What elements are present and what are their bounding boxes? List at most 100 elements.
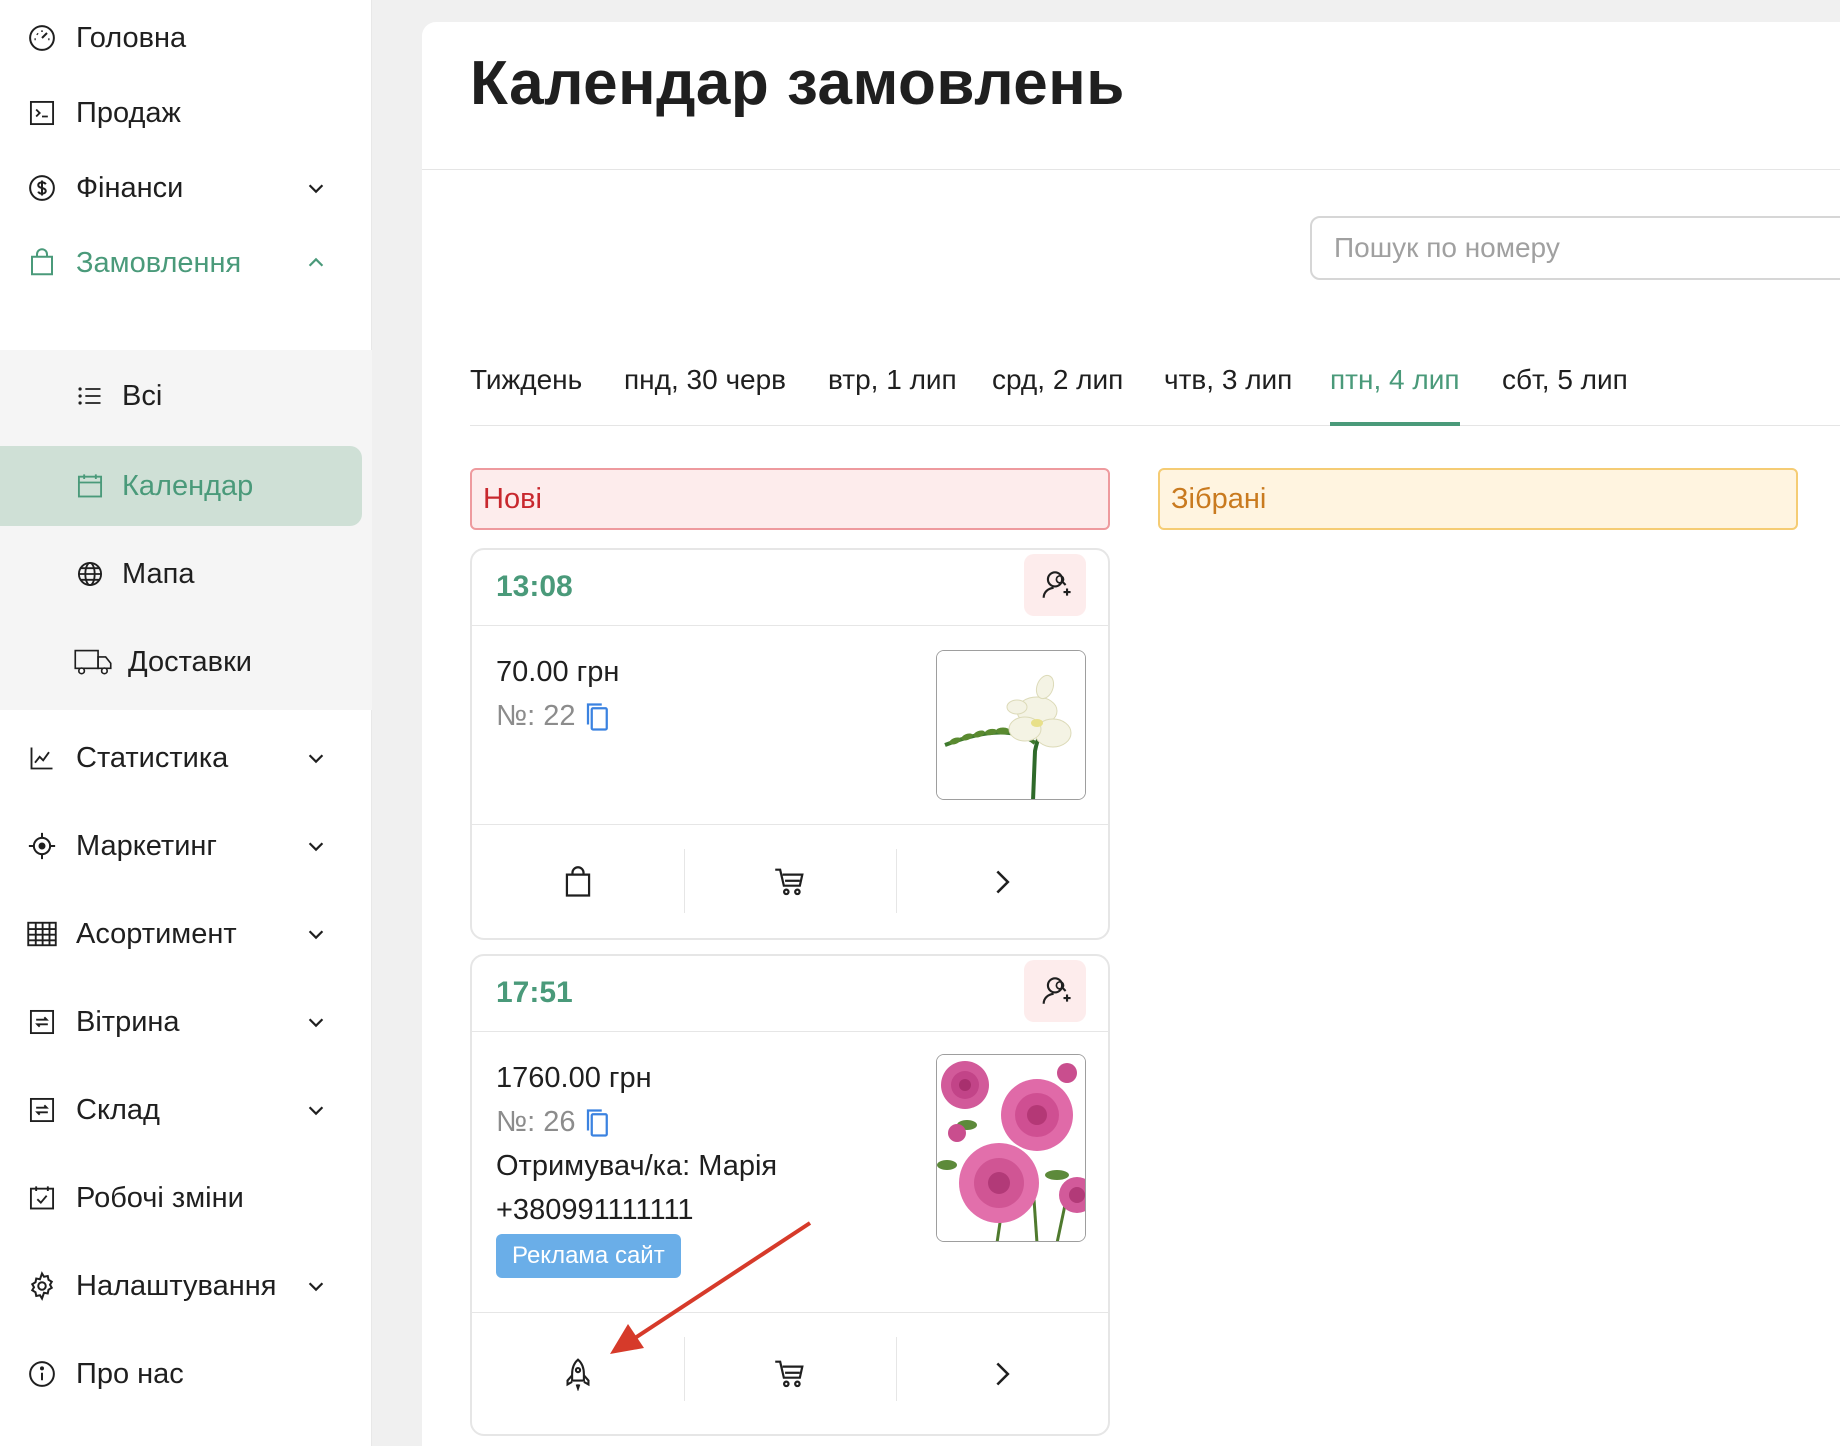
order-card-actions bbox=[472, 824, 1108, 938]
chevron-down-icon bbox=[300, 918, 332, 950]
sidebar-item-label: Замовлення bbox=[76, 246, 242, 279]
sidebar-subitem-calendar[interactable]: Календар bbox=[0, 446, 362, 526]
product-image bbox=[936, 650, 1086, 800]
sidebar-subitem-map[interactable]: Мапа bbox=[0, 534, 372, 614]
chevron-down-icon bbox=[300, 830, 332, 862]
sidebar-subitem-label: Всі bbox=[122, 379, 163, 412]
order-card-actions bbox=[472, 1312, 1108, 1434]
calendar-check-icon bbox=[26, 1182, 58, 1214]
order-number-text: №: 26 bbox=[496, 1106, 576, 1138]
sidebar-item-label: Продаж bbox=[76, 96, 181, 129]
assign-courier-button[interactable] bbox=[1024, 554, 1086, 616]
order-card[interactable]: 17:51 1760.00 грн №: 26 Отримувач/ка: Ма… bbox=[470, 954, 1110, 1436]
order-price: 1760.00 грн bbox=[496, 1062, 652, 1094]
sidebar-item-marketing[interactable]: Маркетинг bbox=[0, 802, 372, 890]
column-header-new: Нові bbox=[470, 468, 1110, 530]
sidebar-item-label: Фінанси bbox=[76, 171, 184, 204]
collect-order-button[interactable] bbox=[472, 825, 684, 938]
day-tabs: Тиждень пнд, 30 черв втр, 1 лип срд, 2 л… bbox=[470, 340, 1840, 426]
order-time: 17:51 bbox=[496, 976, 573, 1009]
order-time: 13:08 bbox=[496, 570, 573, 603]
sidebar-item-label: Робочі зміни bbox=[76, 1181, 244, 1214]
sidebar-item-label: Головна bbox=[76, 21, 187, 54]
sidebar-subitem-all[interactable]: Всі bbox=[0, 356, 372, 436]
sidebar-item-label: Вітрина bbox=[76, 1005, 180, 1038]
sidebar-item-warehouse[interactable]: Склад bbox=[0, 1066, 372, 1154]
sidebar-subitem-label: Календар bbox=[122, 469, 254, 502]
send-order-button[interactable] bbox=[472, 1313, 684, 1434]
copy-icon[interactable] bbox=[585, 702, 611, 732]
chart-line-icon bbox=[26, 742, 58, 774]
sidebar-item-storefront[interactable]: Вітрина bbox=[0, 978, 372, 1066]
orders-submenu: Всі Календар Мапа Доставки bbox=[0, 350, 372, 710]
truck-icon bbox=[74, 646, 112, 678]
order-card-header: 17:51 bbox=[472, 956, 1108, 1032]
globe-icon bbox=[74, 558, 106, 590]
product-image bbox=[936, 1054, 1086, 1242]
dollar-icon bbox=[26, 172, 58, 204]
order-price: 70.00 грн bbox=[496, 656, 620, 688]
dashboard-icon bbox=[26, 22, 58, 54]
open-order-button[interactable] bbox=[896, 1313, 1108, 1434]
order-card-header: 13:08 bbox=[472, 550, 1108, 626]
tab-day[interactable]: пнд, 30 черв bbox=[624, 340, 786, 426]
sidebar-subitem-label: Мапа bbox=[122, 557, 195, 590]
sidebar-item-work-shifts[interactable]: Робочі зміни bbox=[0, 1154, 372, 1242]
sidebar-item-label: Асортимент bbox=[76, 917, 237, 950]
cart-button[interactable] bbox=[684, 825, 896, 938]
sidebar-item-statistics[interactable]: Статистика bbox=[0, 714, 372, 802]
tab-day[interactable]: срд, 2 лип bbox=[992, 340, 1123, 426]
chevron-down-icon bbox=[300, 1006, 332, 1038]
terminal-icon bbox=[26, 97, 58, 129]
tab-day[interactable]: сбт, 5 лип bbox=[1502, 340, 1628, 426]
shopping-bag-icon bbox=[565, 865, 591, 897]
calendar-icon bbox=[74, 470, 106, 502]
sidebar-item-settings[interactable]: Налаштування bbox=[0, 1242, 372, 1330]
target-icon bbox=[26, 830, 58, 862]
order-card[interactable]: 13:08 70.00 грн №: 22 bbox=[470, 548, 1110, 940]
chevron-down-icon bbox=[300, 1270, 332, 1302]
sidebar-item-assortment[interactable]: Асортимент bbox=[0, 890, 372, 978]
column-header-collected: Зібрані bbox=[1158, 468, 1798, 530]
order-number: №: 22 bbox=[496, 700, 611, 733]
sidebar-item-label: Про нас bbox=[76, 1357, 184, 1390]
sidebar-item-label: Склад bbox=[76, 1093, 160, 1126]
info-icon bbox=[26, 1358, 58, 1390]
cart-icon bbox=[775, 868, 804, 895]
copy-icon[interactable] bbox=[585, 1108, 611, 1138]
user-search-icon bbox=[1042, 977, 1071, 1004]
grid-icon bbox=[26, 918, 58, 950]
tab-day[interactable]: чтв, 3 лип bbox=[1164, 340, 1292, 426]
chevron-down-icon bbox=[300, 172, 332, 204]
chevron-up-icon bbox=[300, 247, 332, 279]
gear-icon bbox=[26, 1270, 58, 1302]
cart-button[interactable] bbox=[684, 1313, 896, 1434]
chevron-down-icon bbox=[300, 742, 332, 774]
sidebar: Головна Продаж Фінанси Замовлення Всі Ка… bbox=[0, 0, 372, 1446]
chevron-right-icon bbox=[996, 1362, 1010, 1385]
chevron-right-icon bbox=[996, 870, 1010, 893]
rocket-icon bbox=[566, 1357, 590, 1391]
cart-icon bbox=[775, 1360, 804, 1387]
user-search-icon bbox=[1042, 571, 1071, 598]
sidebar-item-orders[interactable]: Замовлення bbox=[0, 219, 372, 307]
sidebar-item-label: Маркетинг bbox=[76, 829, 217, 862]
white-freesia-photo bbox=[937, 651, 1085, 799]
tab-day[interactable]: втр, 1 лип bbox=[828, 340, 957, 426]
sidebar-item-about[interactable]: Про нас bbox=[0, 1330, 372, 1418]
order-number-text: №: 22 bbox=[496, 700, 576, 732]
shopping-bag-icon bbox=[26, 247, 58, 279]
source-tag-badge: Реклама сайт bbox=[496, 1234, 681, 1278]
sidebar-subitem-deliveries[interactable]: Доставки bbox=[0, 622, 372, 702]
open-order-button[interactable] bbox=[896, 825, 1108, 938]
assign-courier-button[interactable] bbox=[1024, 960, 1086, 1022]
tab-week[interactable]: Тиждень bbox=[470, 340, 582, 426]
order-phone[interactable]: +380991111111 bbox=[496, 1194, 694, 1227]
tab-day-active[interactable]: птн, 4 лип bbox=[1330, 340, 1460, 426]
refresh-box-icon bbox=[26, 1006, 58, 1038]
refresh-box-icon bbox=[26, 1094, 58, 1126]
search-input[interactable] bbox=[1310, 216, 1840, 280]
pink-roses-photo bbox=[937, 1055, 1085, 1241]
sidebar-item-label: Налаштування bbox=[76, 1269, 277, 1302]
chevron-down-icon bbox=[300, 1094, 332, 1126]
